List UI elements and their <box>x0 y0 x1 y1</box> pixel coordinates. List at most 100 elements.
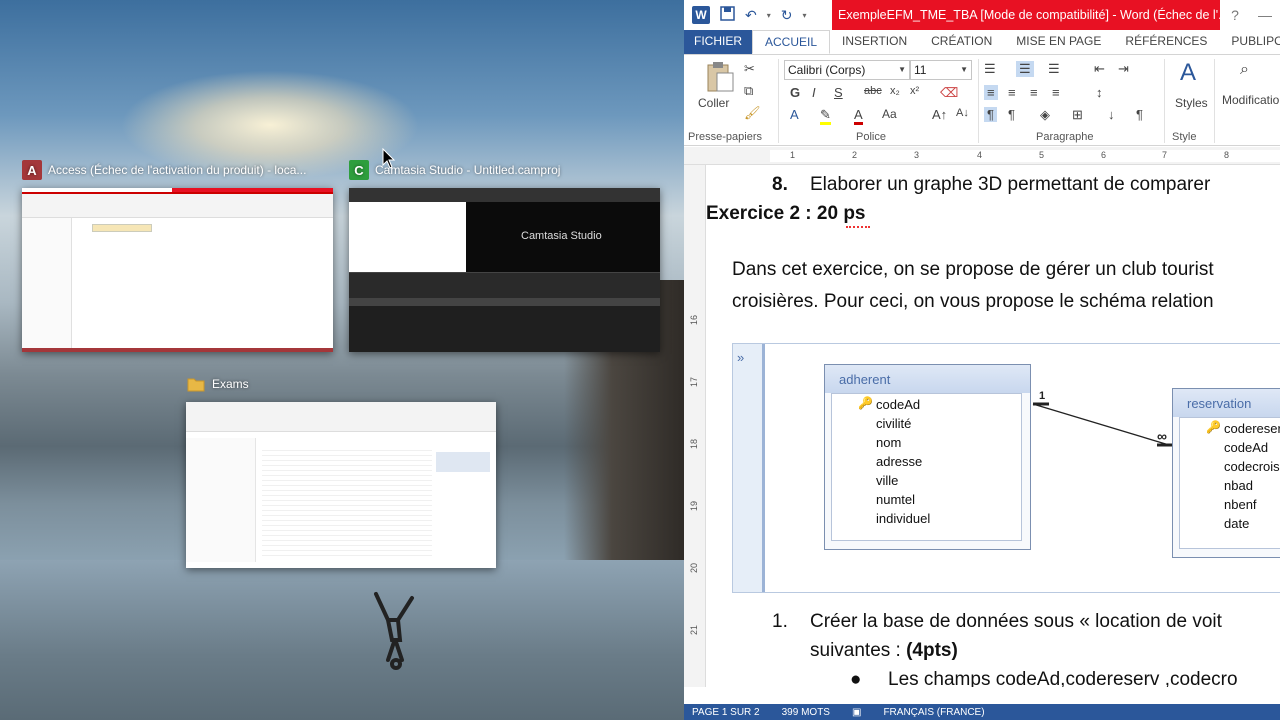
styles-icon[interactable]: A <box>1180 59 1196 87</box>
list-item-number: 1. <box>772 611 788 632</box>
primary-key-icon: 🔑 <box>858 396 873 410</box>
camtasia-window-thumbnail[interactable]: Camtasia Studio <box>349 188 660 352</box>
table-reservation[interactable]: reservation 🔑 codereserv codeAd codecroi… <box>1172 388 1280 558</box>
line-spacing-icon[interactable]: ↕ <box>1096 85 1103 100</box>
format-painter-icon[interactable]: 🖌 <box>744 105 761 121</box>
window-title-camtasia[interactable]: C Camtasia Studio - Untitled.camproj <box>349 160 560 180</box>
styles-button[interactable]: Styles <box>1175 96 1208 110</box>
access-window-thumbnail[interactable] <box>22 188 333 352</box>
font-color-icon[interactable]: A <box>854 107 863 125</box>
binoculars-icon[interactable]: ⌕ <box>1240 61 1249 79</box>
relationship-line: 1 ∞ <box>1032 390 1173 447</box>
tab-fichier[interactable]: FICHIER <box>684 30 752 54</box>
page-count[interactable]: PAGE 1 SUR 2 <box>692 707 760 718</box>
grow-font-icon[interactable]: A↑ <box>932 107 947 122</box>
bullet-icon: ● <box>850 669 862 687</box>
ribbon-tabs: FICHIER ACCUEIL INSERTION CRÉATION MISE … <box>684 30 1280 54</box>
tab-creation[interactable]: CRÉATION <box>919 30 1004 54</box>
clear-formatting-icon[interactable]: ⌫ <box>940 85 958 101</box>
paragraph-line: croisières. Pour ceci, on vous propose l… <box>732 291 1214 312</box>
shading-icon[interactable]: ◈ <box>1040 107 1050 123</box>
underline-icon[interactable]: S <box>834 85 843 100</box>
save-icon[interactable] <box>720 6 735 24</box>
tab-insertion[interactable]: INSERTION <box>830 30 919 54</box>
paste-icon[interactable] <box>704 61 736 93</box>
decrease-indent-icon[interactable]: ⇤ <box>1094 61 1105 77</box>
document-page[interactable]: 8. Elaborer un graphe 3D permettant de c… <box>706 165 1280 687</box>
cut-icon[interactable]: ✂ <box>744 61 755 77</box>
tab-accueil[interactable]: ACCUEIL <box>752 30 831 54</box>
status-bar: PAGE 1 SUR 2 399 MOTS ▣ FRANÇAIS (FRANCE… <box>684 704 1280 720</box>
expand-pane-icon[interactable]: » <box>737 350 744 365</box>
word-count[interactable]: 399 MOTS <box>782 707 830 718</box>
group-label-clipboard: Presse-papiers <box>688 131 762 143</box>
minimize-button[interactable]: — <box>1250 0 1280 30</box>
multilevel-list-icon[interactable]: ☰ <box>1048 61 1060 77</box>
ltr-icon[interactable]: ¶ <box>984 107 997 122</box>
paste-button[interactable]: Coller <box>698 96 729 110</box>
font-name-combo[interactable]: Calibri (Corps) ▼ <box>784 60 910 80</box>
redo-icon[interactable]: ↻ <box>781 7 793 24</box>
highlight-icon[interactable]: ✎ <box>820 107 831 125</box>
editing-button[interactable]: Modification <box>1222 93 1280 107</box>
word-titlebar: W ↶ ▾ ↻ ▾ ExempleEFM_TME_TBA [Mode de co… <box>684 0 1280 30</box>
tab-mise-en-page[interactable]: MISE EN PAGE <box>1004 30 1113 54</box>
language-indicator[interactable]: FRANÇAIS (FRANCE) <box>883 707 984 718</box>
numbering-icon[interactable]: ☰ <box>1016 61 1034 77</box>
bold-icon[interactable]: G <box>790 85 800 100</box>
font-size-combo[interactable]: 11 ▼ <box>910 60 972 80</box>
rtl-icon[interactable]: ¶ <box>1008 107 1015 122</box>
align-left-icon[interactable]: ≡ <box>984 85 998 100</box>
tab-publipostage[interactable]: PUBLIPOSTAG <box>1219 30 1280 54</box>
quick-access-toolbar: W ↶ ▾ ↻ ▾ <box>684 6 807 24</box>
chevron-down-icon: ▼ <box>960 65 968 74</box>
vertical-ruler[interactable]: 16 17 18 19 20 21 <box>684 165 706 687</box>
strikethrough-icon[interactable]: abc <box>864 85 882 97</box>
desktop-background: A Access (Échec de l'activation du produ… <box>0 0 684 720</box>
ribbon: Coller ✂ ⧉ 🖌 Calibri (Corps) ▼ 11 ▼ G I S … <box>684 54 1280 146</box>
customize-qat-icon[interactable]: ▾ <box>802 11 806 20</box>
copy-icon[interactable]: ⧉ <box>744 83 753 99</box>
superscript-icon[interactable]: x² <box>910 85 919 97</box>
group-label-font: Police <box>856 131 886 143</box>
exams-window-thumbnail[interactable] <box>186 402 496 568</box>
cardinality-many: ∞ <box>1157 428 1167 444</box>
navigation-pane-collapsed[interactable]: » <box>733 344 765 592</box>
align-center-icon[interactable]: ≡ <box>1008 85 1016 100</box>
text-effects-icon[interactable]: A <box>790 107 799 122</box>
list-item-text: Elaborer un graphe 3D permettant de comp… <box>810 174 1211 195</box>
window-title: ExempleEFM_TME_TBA [Mode de compatibilit… <box>832 0 1220 30</box>
folder-icon <box>186 374 206 394</box>
justify-icon[interactable]: ≡ <box>1052 85 1060 100</box>
camtasia-icon: C <box>349 160 369 180</box>
word-window[interactable]: W ↶ ▾ ↻ ▾ ExempleEFM_TME_TBA [Mode de co… <box>684 0 1280 720</box>
access-icon: A <box>22 160 42 180</box>
chevron-down-icon: ▼ <box>898 65 906 74</box>
proofing-icon[interactable]: ▣ <box>852 707 861 718</box>
undo-icon[interactable]: ↶ <box>745 7 757 24</box>
borders-icon[interactable]: ⊞ <box>1072 107 1083 123</box>
list-item-text: Créer la base de données sous « location… <box>810 611 1222 632</box>
increase-indent-icon[interactable]: ⇥ <box>1118 61 1129 77</box>
align-right-icon[interactable]: ≡ <box>1030 85 1038 100</box>
horizontal-ruler[interactable]: 1 2 3 4 5 6 7 8 <box>684 147 1280 165</box>
list-item-number: 8. <box>772 174 788 195</box>
table-adherent[interactable]: adherent 🔑 codeAd civilité nom adresse v… <box>824 364 1031 550</box>
show-marks-icon[interactable]: ¶ <box>1136 107 1143 122</box>
window-title-exams[interactable]: Exams <box>186 374 249 394</box>
sort-icon[interactable]: ↓ <box>1108 107 1115 122</box>
bullets-icon[interactable]: ☰ <box>984 61 996 77</box>
shrink-font-icon[interactable]: A↓ <box>956 107 969 119</box>
undo-dropdown-icon[interactable]: ▾ <box>767 11 771 20</box>
italic-icon[interactable]: I <box>812 85 816 100</box>
primary-key-icon: 🔑 <box>1206 420 1221 434</box>
handstand-person-figure <box>374 592 414 670</box>
subscript-icon[interactable]: x₂ <box>890 85 900 97</box>
relationship-diagram[interactable]: » adherent 🔑 codeAd civilité nom adresse… <box>732 343 1280 593</box>
help-button[interactable]: ? <box>1220 0 1250 30</box>
window-title-access[interactable]: A Access (Échec de l'activation du produ… <box>22 160 306 180</box>
bullet-text: Les champs codeAd,codereserv ,codecro <box>888 669 1238 687</box>
tab-references[interactable]: RÉFÉRENCES <box>1113 30 1219 54</box>
change-case-icon[interactable]: Aa <box>882 107 897 121</box>
mouse-cursor-icon <box>382 148 396 169</box>
